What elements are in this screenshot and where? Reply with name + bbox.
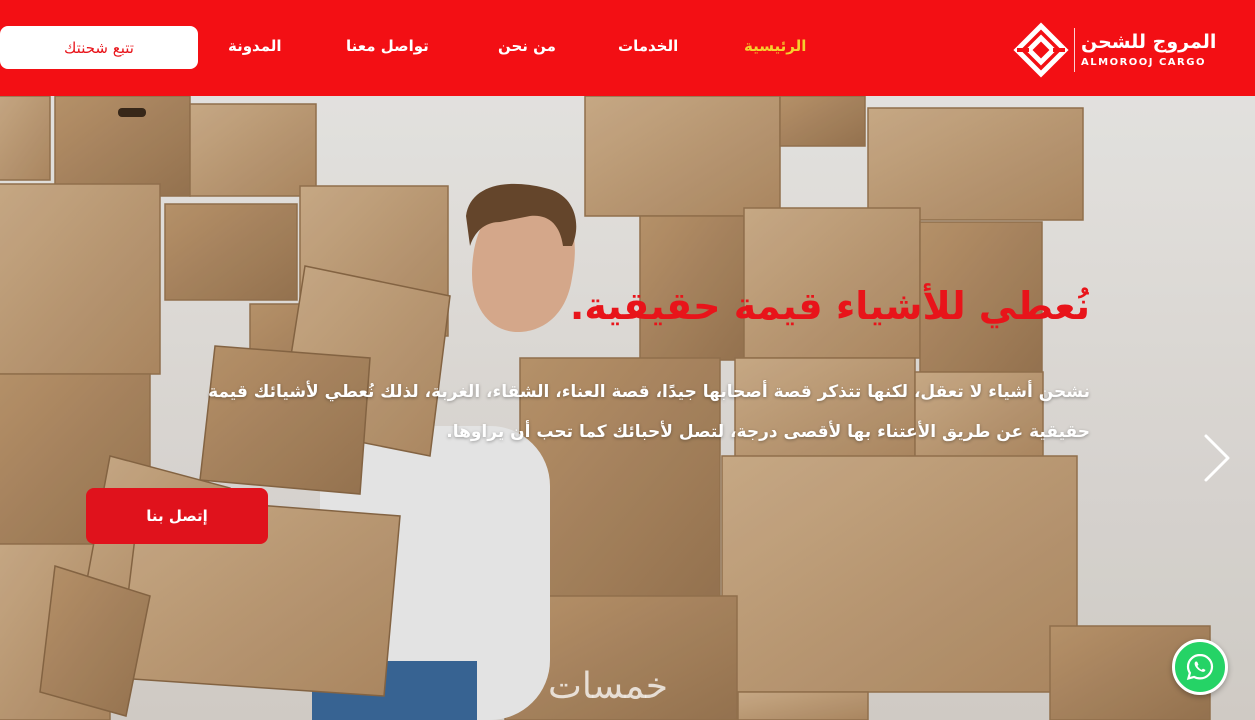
site-logo[interactable]: المروج للشحن ALMOROOJ CARGO [1012,22,1242,78]
watermark-logo: خمسات [548,666,669,707]
logo-english-name: ALMOROOJ CARGO [1081,57,1206,69]
whatsapp-button[interactable] [1172,639,1228,695]
track-shipment-button[interactable]: تتبع شحنتك [0,26,198,69]
nav-blog[interactable]: المدونة [228,37,282,55]
chevron-right-icon[interactable] [1198,430,1234,486]
diamond-logo-icon [1013,22,1069,78]
hero-title: نُعطي للأشياء قيمة حقيقية. [569,284,1090,328]
nav-about[interactable]: من نحن [498,37,556,55]
contact-us-button[interactable]: إتصل بنا [86,488,268,544]
hero-slider: نُعطي للأشياء قيمة حقيقية. نشحن أشياء لا… [0,96,1255,720]
hero-description: نشحن أشياء لا تعقل، لكنها تتذكر قصة أصحا… [208,382,1090,442]
nav-home[interactable]: الرئيسية [744,37,806,55]
logo-divider [1074,28,1075,72]
logo-arabic-name: المروج للشحن [1081,30,1217,53]
whatsapp-icon [1186,653,1214,680]
nav-contact[interactable]: تواصل معنا [346,37,429,55]
nav-services[interactable]: الخدمات [618,37,678,55]
site-header: تتبع شحنتك المدونة تواصل معنا من نحن الخ… [0,0,1255,96]
logo-text: المروج للشحن ALMOROOJ CARGO [1081,30,1217,69]
